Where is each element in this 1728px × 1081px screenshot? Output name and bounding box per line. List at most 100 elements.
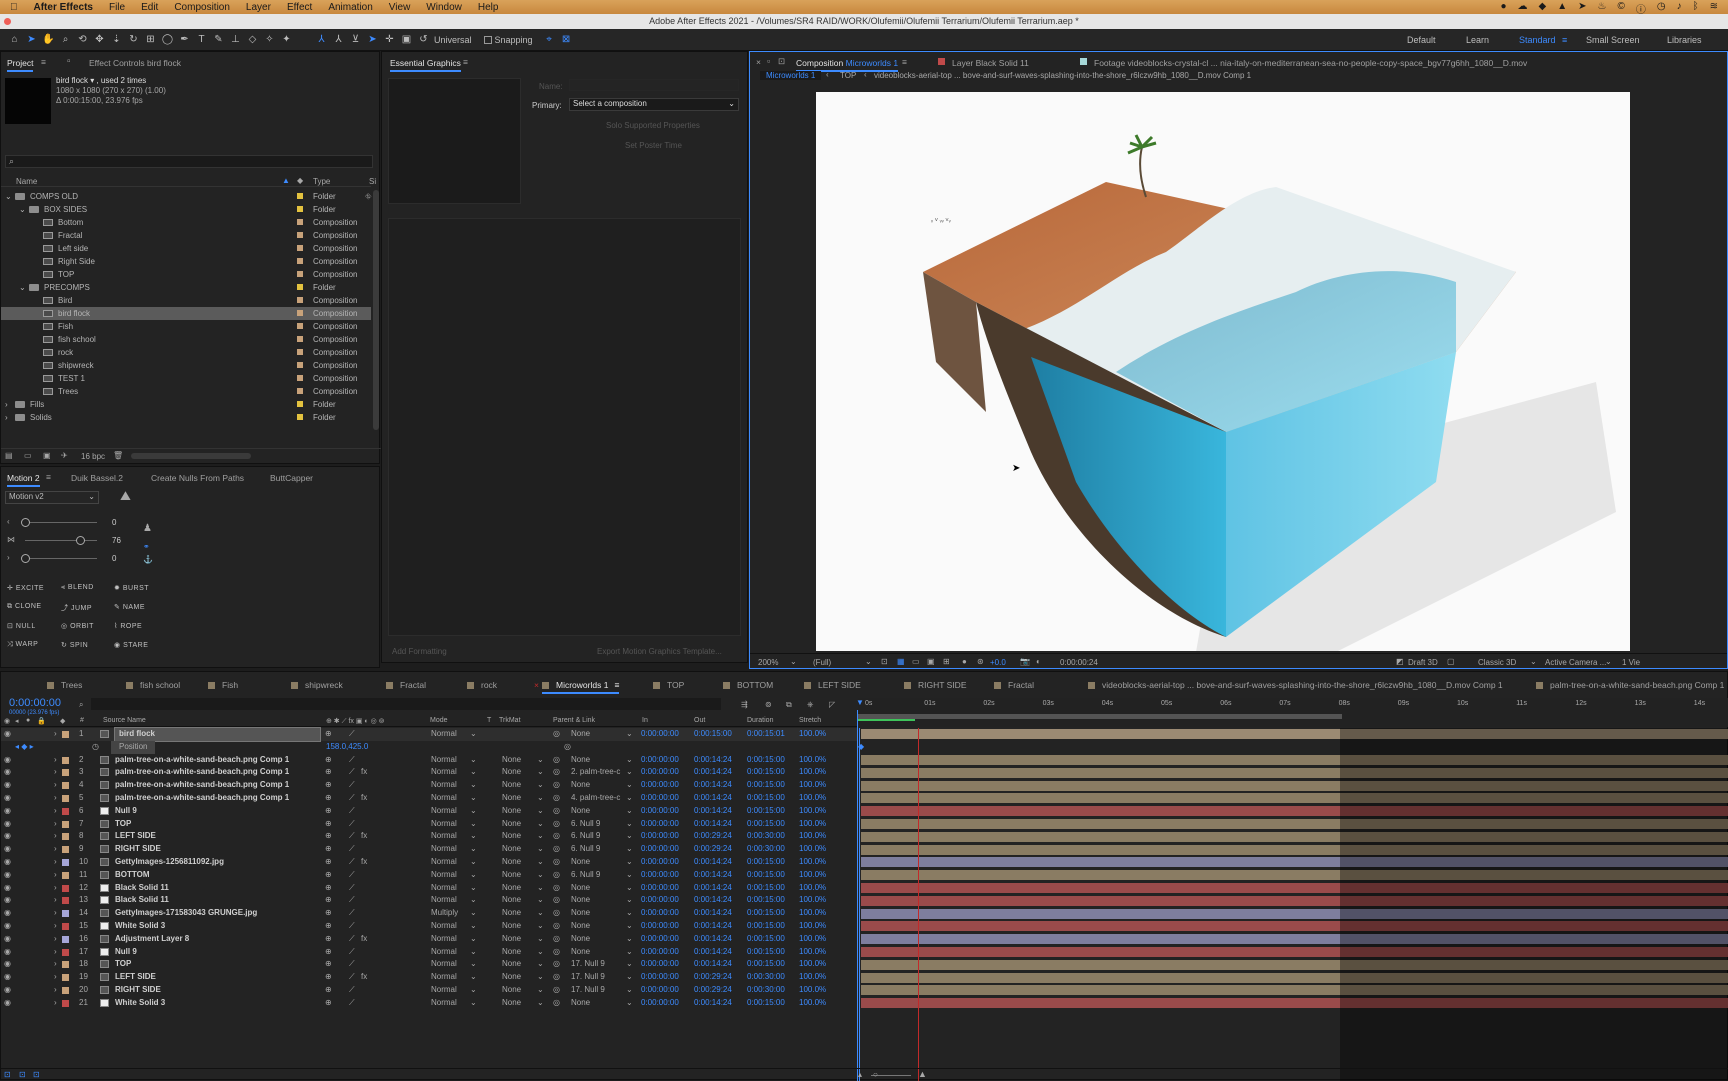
chevron-down-icon[interactable]: ⌄: [470, 779, 477, 792]
quality-switch-icon[interactable]: ⟋: [349, 818, 355, 831]
project-horizontal-scrollbar[interactable]: [131, 453, 251, 459]
layer-stretch[interactable]: 100.0%: [799, 818, 826, 831]
layer-out[interactable]: 0:00:14:24: [694, 766, 732, 779]
layer-name[interactable]: RIGHT SIDE: [115, 984, 161, 997]
eye-icon[interactable]: ◉: [4, 894, 11, 907]
eye-icon[interactable]: ◉: [4, 856, 11, 869]
layer-trkmat[interactable]: None: [502, 971, 521, 984]
column-mode[interactable]: Mode: [430, 717, 448, 724]
essential-graphics-menu-icon[interactable]: ≡: [463, 57, 468, 67]
eye-icon[interactable]: ◉: [4, 728, 11, 741]
quality-switch-icon[interactable]: ⟋: [349, 933, 355, 946]
layer-name[interactable]: palm-tree-on-a-white-sand-beach.png Comp…: [115, 792, 289, 805]
layer-row[interactable]: ◉ › 17 Null 9 ⊕ ⟋ Normal ⌄ None ⌄ ◎ None ⌄ 0:00:00:00…: [1, 946, 857, 959]
chevron-down-icon[interactable]: ⌄: [626, 856, 633, 869]
rotate-tool-icon[interactable]: ↻: [125, 33, 142, 47]
audio-icon[interactable]: ◂: [15, 717, 19, 725]
layer-stretch[interactable]: 100.0%: [799, 843, 826, 856]
chevron-down-icon[interactable]: ⌄: [626, 766, 633, 779]
dolly-tool-icon[interactable]: ⇣: [108, 33, 125, 47]
tab-buttcapper[interactable]: ButtCapper: [270, 473, 313, 483]
layer-label-swatch[interactable]: [62, 731, 69, 738]
shy-switch-icon[interactable]: ⊕: [325, 728, 332, 741]
menu-help[interactable]: Help: [478, 2, 499, 13]
chevron-down-icon[interactable]: ⌄: [626, 805, 633, 818]
slider-3-value[interactable]: 0: [112, 554, 116, 563]
layer-duration[interactable]: 0:00:15:00: [747, 920, 785, 933]
project-item[interactable]: › Solids Folder: [1, 411, 371, 424]
quality-switch-icon[interactable]: ⟋: [349, 907, 355, 920]
column-t[interactable]: T: [487, 717, 491, 724]
layer-in[interactable]: 0:00:00:00: [641, 792, 679, 805]
layer-label-swatch[interactable]: [62, 859, 69, 866]
layer-in[interactable]: 0:00:00:00: [641, 882, 679, 895]
pickwhip-icon[interactable]: ◎: [553, 920, 560, 933]
apple-icon[interactable]: : [10, 2, 18, 13]
expand-arrow-icon[interactable]: ›: [54, 830, 57, 843]
layer-parent[interactable]: None: [571, 933, 590, 946]
chevron-down-icon[interactable]: ⌄: [626, 997, 633, 1010]
stopwatch-icon[interactable]: ◷: [92, 741, 99, 754]
eye-icon[interactable]: ◉: [4, 971, 11, 984]
layer-label-swatch[interactable]: [62, 884, 69, 892]
close-window-icon[interactable]: [4, 18, 11, 25]
layer-trkmat[interactable]: None: [502, 843, 521, 856]
position-property-row[interactable]: ◂ ◆ ▸ ◷ Position 158.0,425.0 ◎: [1, 740, 857, 754]
label-color-swatch[interactable]: [297, 258, 303, 264]
chevron-down-icon[interactable]: ⌄: [626, 894, 633, 907]
project-item[interactable]: bird flock Composition: [1, 307, 371, 320]
quality-switch-icon[interactable]: ⟋: [349, 997, 355, 1010]
layer-parent[interactable]: 17. Null 9: [571, 971, 605, 984]
eye-icon[interactable]: ◉: [4, 792, 11, 805]
spin-button[interactable]: ↻ SPIN: [61, 641, 88, 649]
extended-viewer-icon[interactable]: ▢: [1447, 657, 1455, 666]
pickwhip-icon[interactable]: ◎: [553, 779, 560, 792]
layer-duration[interactable]: 0:00:15:00: [747, 907, 785, 920]
layer-out[interactable]: 0:00:14:24: [694, 792, 732, 805]
layer-duration[interactable]: 0:00:15:00: [747, 894, 785, 907]
layer-duration[interactable]: 0:00:30:00: [747, 830, 785, 843]
chevron-down-icon[interactable]: ⌄: [626, 882, 633, 895]
magnification-select[interactable]: 200%: [758, 658, 778, 667]
layer-out[interactable]: 0:00:14:24: [694, 818, 732, 831]
quality-switch-icon[interactable]: ⟋: [349, 856, 355, 869]
stare-button[interactable]: ◉ STARE: [114, 641, 148, 649]
move-gizmo-icon[interactable]: ✛: [381, 33, 398, 47]
expand-arrow-icon[interactable]: ›: [54, 933, 57, 946]
timeline-tab[interactable]: rock: [467, 680, 497, 690]
layer-out[interactable]: 0:00:29:24: [694, 971, 732, 984]
layer-in[interactable]: 0:00:00:00: [641, 830, 679, 843]
shy-switch-icon[interactable]: ⊕: [325, 882, 332, 895]
resolution-select[interactable]: (Full): [813, 658, 831, 667]
layer-in[interactable]: 0:00:00:00: [641, 779, 679, 792]
quality-switch-icon[interactable]: ⟋: [349, 869, 355, 882]
layer-parent[interactable]: None: [571, 907, 590, 920]
quality-switch-icon[interactable]: ⟋: [349, 971, 355, 984]
quality-switch-icon[interactable]: ⟋: [349, 843, 355, 856]
pickwhip-icon[interactable]: ◎: [553, 766, 560, 779]
timeline-tab[interactable]: shipwreck: [291, 680, 343, 690]
pickwhip-icon[interactable]: ◎: [553, 946, 560, 959]
layer-in[interactable]: 0:00:00:00: [641, 843, 679, 856]
layer-trkmat[interactable]: None: [502, 946, 521, 959]
timeline-tab[interactable]: Trees: [47, 680, 82, 690]
timeline-tab[interactable]: Fractal: [994, 680, 1034, 690]
chevron-down-icon[interactable]: ⌄: [470, 907, 477, 920]
quality-switch-icon[interactable]: ⟋: [349, 958, 355, 971]
current-time-indicator-icon[interactable]: ▼: [856, 698, 864, 707]
chevron-down-icon[interactable]: ⌄: [470, 869, 477, 882]
right-arrow-icon[interactable]: ›: [7, 553, 10, 562]
chevron-down-icon[interactable]: ⌄: [470, 984, 477, 997]
layer-duration[interactable]: 0:00:15:00: [747, 856, 785, 869]
layer-in[interactable]: 0:00:00:00: [641, 818, 679, 831]
layer-mode[interactable]: Normal: [431, 971, 457, 984]
layer-out[interactable]: 0:00:14:24: [694, 946, 732, 959]
pen-tool-icon[interactable]: ✒: [176, 33, 193, 47]
pickwhip-icon[interactable]: ◎: [553, 894, 560, 907]
chevron-down-icon[interactable]: ⌄: [537, 766, 544, 779]
time-zoom-handle[interactable]: ○: [873, 1070, 878, 1079]
layer-row[interactable]: ◉ › 16 Adjustment Layer 8 ⊕ ⟋ fx Normal ⌄ None ⌄ ◎ N…: [1, 933, 857, 946]
layer-duration[interactable]: 0:00:15:00: [747, 869, 785, 882]
layer-name[interactable]: LEFT SIDE: [115, 830, 156, 843]
layer-stretch[interactable]: 100.0%: [799, 946, 826, 959]
